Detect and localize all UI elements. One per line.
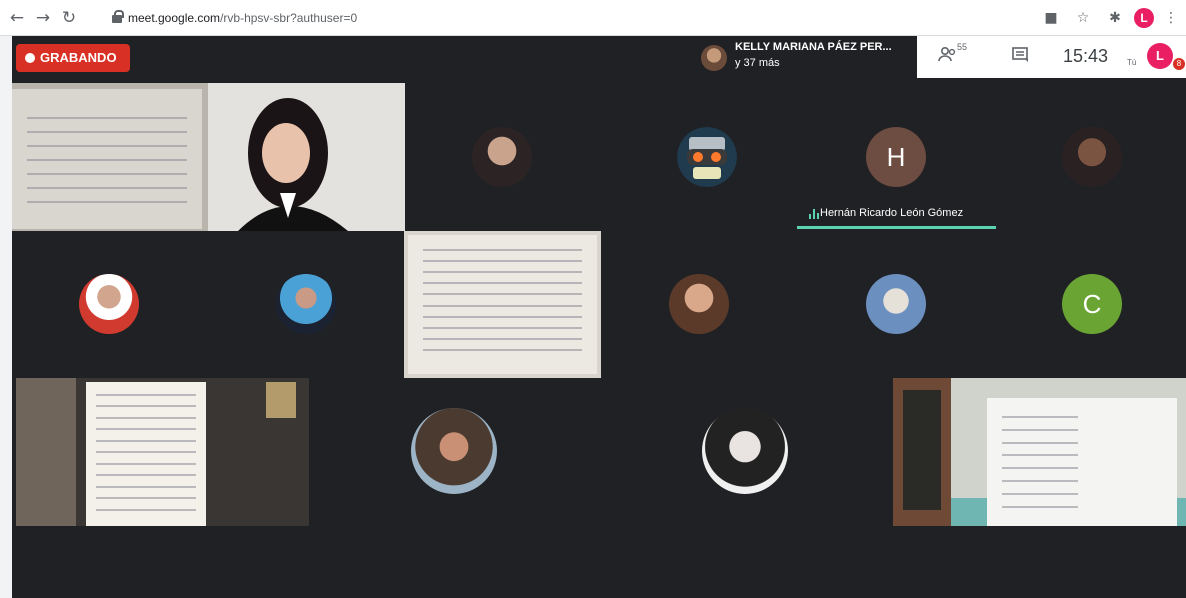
video-tile-student[interactable]: [208, 83, 405, 231]
active-speaker-name: Hernán Ricardo León Gómez: [820, 207, 964, 219]
notification-badge: 8: [1173, 58, 1185, 70]
window-glass: [903, 390, 941, 510]
recording-label: GRABANDO: [40, 50, 117, 65]
people-icon[interactable]: [937, 46, 959, 68]
participant-avatar[interactable]: [276, 274, 336, 334]
participant-avatar[interactable]: [411, 408, 497, 494]
speaking-indicator-icon: [809, 208, 819, 219]
meeting-controls: KELLY MARIANA PÁEZ PER... y 37 más 55 15…: [693, 36, 1186, 78]
participant-avatar[interactable]: [472, 127, 532, 187]
video-tile-paper-4[interactable]: [893, 378, 1186, 526]
video-tile-paper-1[interactable]: [12, 83, 208, 231]
extensions-icon[interactable]: ✱: [1104, 7, 1126, 29]
meet-window: GRABANDO KELLY MARIANA PÁEZ PER... y 37 …: [12, 36, 1186, 598]
profile-avatar[interactable]: L: [1134, 8, 1154, 28]
room-wall: [16, 378, 76, 526]
lock-icon: [112, 10, 124, 23]
star-icon[interactable]: ☆: [1072, 7, 1094, 29]
presenter-more: y 37 más: [735, 57, 780, 69]
recording-badge: GRABANDO: [16, 44, 130, 72]
self-label: Tú: [1127, 58, 1137, 67]
presenter-chip[interactable]: KELLY MARIANA PÁEZ PER... y 37 más: [693, 36, 917, 78]
back-button[interactable]: ←: [6, 7, 28, 29]
chat-icon[interactable]: [1011, 46, 1031, 68]
browser-toolbar: ← → ↻ meet.google.com/rvb-hpsv-sbr?authu…: [0, 0, 1186, 36]
handwritten-page: [987, 398, 1177, 526]
participant-initial-c[interactable]: C: [1062, 274, 1122, 334]
participant-avatar[interactable]: [669, 274, 729, 334]
handwritten-page: [408, 235, 597, 374]
participant-avatar[interactable]: [1062, 127, 1122, 187]
participant-initial-h[interactable]: H: [866, 127, 926, 187]
participants-count: 55: [957, 42, 968, 52]
forward-button[interactable]: →: [32, 7, 54, 29]
participant-avatar[interactable]: [702, 408, 788, 494]
url-path: /rvb-hpsv-sbr?authuser=0: [220, 11, 358, 25]
self-avatar[interactable]: L: [1147, 43, 1173, 69]
handwritten-page: [86, 382, 206, 526]
participant-avatar[interactable]: [79, 274, 139, 334]
person-video: [208, 83, 405, 231]
menu-icon[interactable]: ⋮: [1160, 7, 1182, 29]
clock-time: 15:43: [1063, 46, 1109, 66]
reload-button[interactable]: ↻: [58, 7, 80, 29]
url-host: meet.google.com: [128, 11, 221, 25]
speaking-bar: [797, 226, 996, 229]
meet-topbar: GRABANDO KELLY MARIANA PÁEZ PER... y 37 …: [12, 36, 1186, 82]
camera-icon[interactable]: ■: [1040, 7, 1062, 29]
handwritten-page: [12, 89, 202, 229]
participant-avatar[interactable]: [866, 274, 926, 334]
picture-frame: [266, 382, 296, 418]
video-tile-paper-2[interactable]: [404, 231, 601, 378]
participant-avatar-robot[interactable]: [677, 127, 737, 187]
presenter-name: KELLY MARIANA PÁEZ PER...: [735, 41, 892, 53]
presenter-avatar: [701, 45, 727, 71]
record-dot-icon: [25, 53, 35, 63]
video-tile-paper-3[interactable]: [16, 378, 309, 526]
